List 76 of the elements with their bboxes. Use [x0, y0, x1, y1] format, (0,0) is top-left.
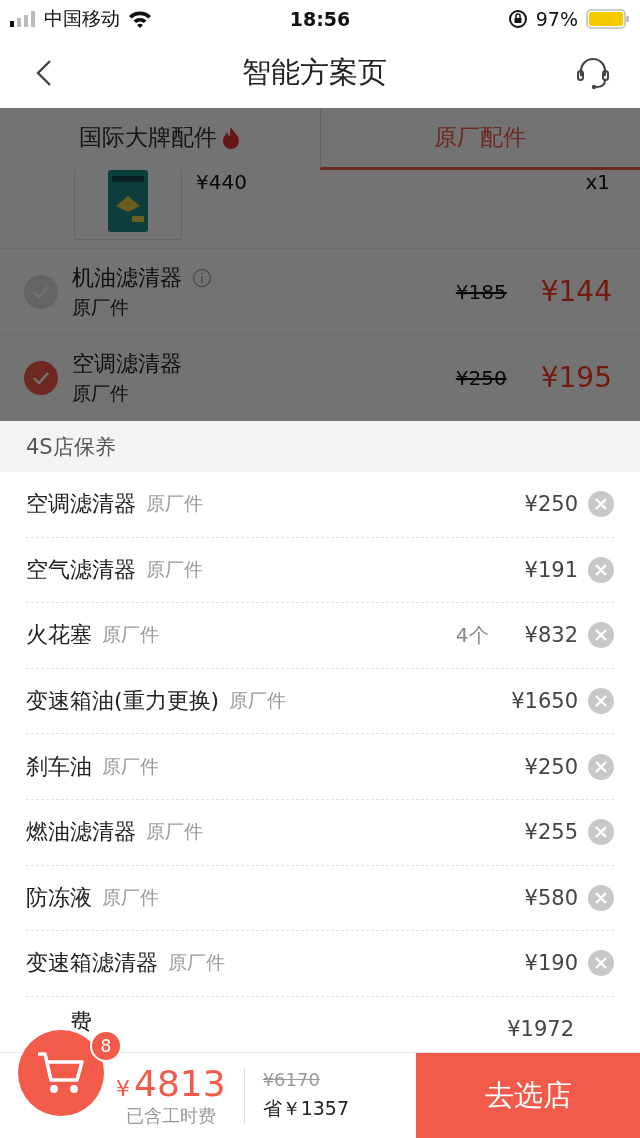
- battery-icon: [586, 9, 630, 29]
- headset-icon[interactable]: [576, 56, 610, 90]
- item-name: 费: [70, 1008, 92, 1037]
- sheet-title: 4S店保养: [0, 421, 640, 472]
- item-price: ¥255: [524, 820, 578, 845]
- close-icon: [594, 956, 608, 971]
- item-price: ¥250: [524, 754, 578, 779]
- battery-percent: 97%: [535, 8, 578, 30]
- item-brand: 原厂件: [146, 491, 203, 517]
- remove-button[interactable]: [588, 753, 614, 780]
- item-price: ¥832: [524, 623, 578, 648]
- signal-icon: [10, 11, 36, 27]
- original-price: ¥250: [455, 365, 507, 390]
- item-brand: 原厂件: [168, 950, 225, 976]
- item-price: ¥250: [524, 492, 578, 517]
- page-title: 智能方案页: [241, 54, 387, 91]
- remove-button[interactable]: [588, 622, 614, 649]
- item-name: 刹车油: [26, 752, 92, 781]
- part-price: ¥144: [540, 275, 612, 308]
- part-price: ¥195: [540, 361, 612, 394]
- item-name: 防冻液: [26, 883, 92, 912]
- wifi-icon: [128, 10, 152, 28]
- item-brand: 原厂件: [229, 688, 287, 714]
- part-name: 空调滤清器: [72, 349, 182, 378]
- carrier-name: 中国移动: [44, 6, 120, 31]
- item-price: ¥580: [524, 885, 578, 910]
- item-brand: 原厂件: [102, 622, 159, 648]
- remove-button[interactable]: [588, 556, 614, 583]
- product-quantity: x1: [585, 170, 610, 196]
- item-name: 燃油滤清器: [26, 818, 136, 847]
- clock-time: 18:56: [289, 8, 351, 30]
- part-name: 机油滤清器: [72, 263, 182, 292]
- total-price: ¥4813: [116, 1063, 226, 1104]
- item-brand: 原厂件: [146, 819, 203, 845]
- close-icon: [594, 890, 608, 905]
- rotation-lock-icon: [507, 9, 528, 29]
- item-name: 变速箱油(重力更换): [26, 687, 220, 716]
- item-name: 空气滤清器: [26, 555, 136, 584]
- choose-shop-button[interactable]: 去选店: [416, 1053, 640, 1138]
- close-icon: [594, 562, 608, 577]
- part-brand: 原厂件: [72, 294, 130, 320]
- info-icon[interactable]: [192, 267, 212, 288]
- checkmark-icon: [32, 370, 50, 385]
- product-price: ¥440: [196, 170, 248, 196]
- close-icon: [594, 825, 608, 840]
- back-icon[interactable]: [36, 59, 52, 87]
- checkbox[interactable]: [24, 360, 58, 395]
- saving-amount: 省￥1357: [262, 1096, 350, 1121]
- remove-button[interactable]: [588, 819, 614, 846]
- cart-icon: [36, 1050, 86, 1096]
- original-price: ¥185: [455, 279, 507, 304]
- item-brand: 原厂件: [102, 884, 159, 910]
- remove-button[interactable]: [588, 688, 614, 715]
- remove-button[interactable]: [588, 884, 614, 911]
- tab[interactable]: 原厂配件: [319, 108, 640, 170]
- item-price: ¥191: [524, 557, 578, 582]
- item-price: ¥1972: [507, 1017, 574, 1042]
- tab[interactable]: 国际大牌配件: [0, 108, 320, 170]
- part-brand: 原厂件: [72, 380, 130, 406]
- close-icon: [594, 497, 608, 512]
- remove-button[interactable]: [588, 950, 614, 977]
- item-name: 火花塞: [26, 621, 92, 650]
- item-quantity: 4个: [455, 622, 489, 649]
- item-brand: 原厂件: [102, 753, 159, 779]
- item-price: ¥1650: [511, 689, 578, 714]
- close-icon: [594, 759, 608, 774]
- original-total: ¥6170: [262, 1069, 321, 1090]
- item-brand: 原厂件: [146, 556, 203, 582]
- item-price: ¥190: [524, 951, 578, 976]
- remove-button[interactable]: [588, 491, 614, 518]
- close-icon: [594, 694, 608, 709]
- close-icon: [594, 628, 608, 643]
- labor-note: 已含工时费: [125, 1104, 216, 1128]
- item-name: 空调滤清器: [26, 490, 136, 519]
- item-name: 变速箱滤清器: [26, 949, 158, 978]
- cart-count-badge: 8: [90, 1030, 122, 1062]
